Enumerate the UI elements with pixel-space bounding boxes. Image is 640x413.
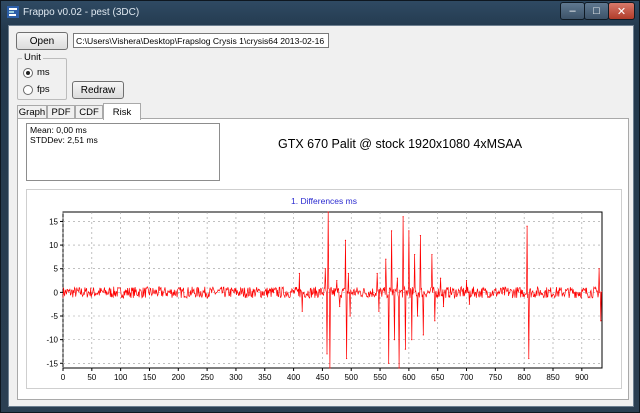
spike-point <box>298 272 300 275</box>
y-tick-label: -5 <box>51 312 59 321</box>
x-tick-label: 500 <box>345 373 359 382</box>
spike-point <box>349 315 351 317</box>
x-tick-label: 700 <box>460 373 474 382</box>
radio-fps[interactable] <box>23 84 33 95</box>
spike-point <box>398 367 400 369</box>
spike-point <box>465 279 468 282</box>
radio-fps-label: fps <box>37 84 50 95</box>
spike-point <box>468 303 471 305</box>
x-tick-label: 250 <box>200 373 214 382</box>
spike-point <box>339 305 341 308</box>
spike-point <box>390 230 393 232</box>
x-tick-label: 650 <box>431 373 445 382</box>
x-tick-label: 350 <box>258 373 272 382</box>
unit-group: Unit ms fps <box>17 52 67 100</box>
app-icon <box>7 6 19 18</box>
minimize-button[interactable]: – <box>560 2 585 20</box>
y-tick-label: 5 <box>54 265 59 274</box>
spike-point <box>600 320 602 322</box>
spike-point <box>346 357 348 360</box>
y-tick-label: -15 <box>46 359 58 368</box>
y-tick-label: 10 <box>49 241 58 250</box>
x-tick-label: 400 <box>287 373 301 382</box>
spike-point <box>598 268 600 270</box>
x-tick-label: 800 <box>517 373 531 382</box>
close-button[interactable]: ✕ <box>608 2 635 20</box>
spike-point <box>411 339 413 341</box>
tab-graph[interactable]: Graph <box>17 105 47 119</box>
chart-headline: GTX 670 Palit @ stock 1920x1080 4xMSAA <box>278 137 523 151</box>
maximize-icon: □ <box>593 5 600 17</box>
app-window: Frappo v0.02 - pest (3DC) – □ ✕ Open Uni… <box>0 0 640 413</box>
x-tick-label: 450 <box>316 373 330 382</box>
stddev-value: STDDev: 2,51 ms <box>30 135 98 145</box>
spike-point <box>528 357 530 360</box>
spike-point <box>336 279 338 282</box>
differences-chart: 1. Differences ms 0 50 100 150 200 250 300 350 4… <box>46 196 603 382</box>
x-tick-label: 100 <box>114 373 128 382</box>
maximize-button[interactable]: □ <box>584 2 609 20</box>
risk-panel: Mean: 0,00 ms STDDev: 2,51 ms GTX 670 Pa… <box>17 118 629 400</box>
spike-point <box>408 230 410 232</box>
spike-point <box>442 305 445 308</box>
spike-point <box>329 367 331 369</box>
client-area: Open Unit ms fps Redraw Graph PDF CDF Ri… <box>8 25 634 407</box>
x-tick-label: 150 <box>143 373 157 382</box>
x-tick-label: 750 <box>489 373 503 382</box>
x-tick-label: 0 <box>61 373 66 382</box>
spike-point <box>301 310 303 312</box>
x-tick-label: 300 <box>229 373 243 382</box>
spike-point <box>347 272 349 275</box>
unit-option-fps[interactable]: fps <box>23 84 50 95</box>
spike-point <box>327 211 329 213</box>
spike-point <box>414 253 416 256</box>
minimize-icon: – <box>569 5 576 17</box>
spike-point <box>376 272 378 275</box>
close-icon: ✕ <box>616 5 627 18</box>
tab-cdf[interactable]: CDF <box>75 105 103 119</box>
redraw-button[interactable]: Redraw <box>72 81 124 99</box>
spike-point <box>396 277 398 279</box>
spike-point <box>434 320 436 322</box>
spike-point <box>402 216 404 218</box>
spike-point <box>344 239 347 241</box>
spike-point <box>393 339 396 341</box>
chart-frame: 1. Differences ms 0 50 100 150 200 250 300 350 4… <box>26 189 622 389</box>
x-tick-label: 600 <box>402 373 416 382</box>
spike-point <box>326 353 328 355</box>
x-tick-label: 200 <box>172 373 186 382</box>
spike-point <box>416 315 419 317</box>
spike-point <box>385 258 387 260</box>
x-tick-label: 850 <box>546 373 560 382</box>
x-tick-label: 900 <box>575 373 589 382</box>
title-bar[interactable]: Frappo v0.02 - pest (3DC) – □ ✕ <box>1 1 639 25</box>
spike-point <box>439 277 442 279</box>
stats-box[interactable]: Mean: 0,00 ms STDDev: 2,51 ms <box>26 123 220 181</box>
radio-ms-label: ms <box>37 67 50 78</box>
open-button[interactable]: Open <box>16 32 68 50</box>
chart-title: 1. Differences ms <box>291 196 357 206</box>
unit-option-ms[interactable]: ms <box>23 67 50 78</box>
y-tick-label: 0 <box>54 288 59 297</box>
y-tick-label: -10 <box>46 336 58 345</box>
file-path-field[interactable] <box>73 33 329 48</box>
spike-point <box>404 348 407 350</box>
x-tick-label: 50 <box>87 373 96 382</box>
spike-point <box>419 235 422 237</box>
spike-point <box>378 310 380 312</box>
unit-group-label: Unit <box>22 52 43 63</box>
spike-point <box>422 334 424 336</box>
radio-ms[interactable] <box>23 67 33 78</box>
spike-point <box>388 362 390 364</box>
x-tick-label: 550 <box>373 373 387 382</box>
mean-value: Mean: 0,00 ms <box>30 125 87 135</box>
spike-point <box>431 253 433 256</box>
tab-risk[interactable]: Risk <box>103 103 141 120</box>
spike-point <box>324 268 326 270</box>
y-tick-label: 15 <box>49 217 58 226</box>
window-title: Frappo v0.02 - pest (3DC) <box>23 7 140 18</box>
spike-point <box>526 225 528 227</box>
tab-pdf[interactable]: PDF <box>47 105 75 119</box>
